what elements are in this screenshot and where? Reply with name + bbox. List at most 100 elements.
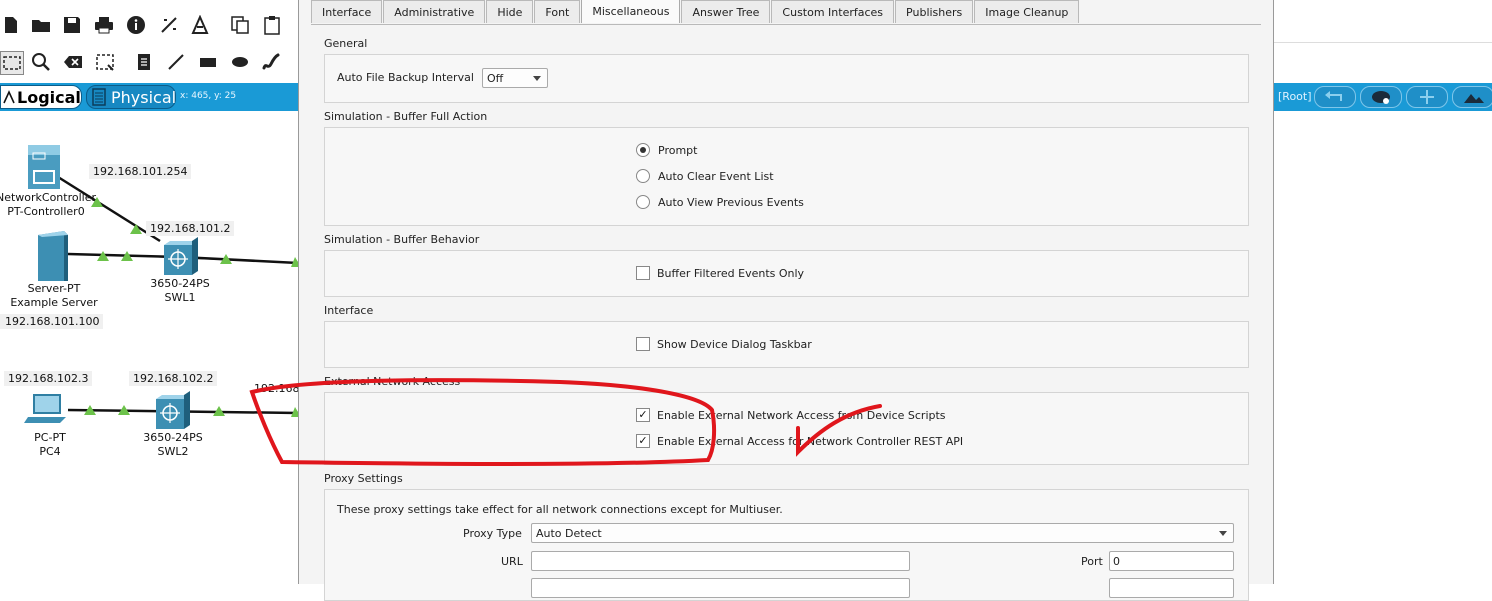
proxy-type-select[interactable]: Auto Detect <box>531 523 1234 543</box>
cloud-device-icon[interactable] <box>1360 86 1402 108</box>
port-label: Port <box>1081 555 1103 568</box>
tab-logical[interactable]: Logical <box>0 85 82 109</box>
paste-icon[interactable] <box>261 14 283 36</box>
url-label: URL <box>501 555 523 568</box>
radio-button[interactable] <box>636 169 650 183</box>
checkbox-label: Enable External Network Access from Devi… <box>657 408 946 422</box>
pc-pc4-icon[interactable] <box>24 394 66 423</box>
main-toolbar <box>0 6 298 44</box>
url-field[interactable] <box>531 551 910 571</box>
checkbox-label: Buffer Filtered Events Only <box>657 266 805 280</box>
new-file-icon[interactable] <box>0 14 22 36</box>
backup-interval-value: Off <box>487 71 504 85</box>
preferences-dialog: Interface Administrative Hide Font Misce… <box>298 0 1274 601</box>
group-proxy: These proxy settings take effect for all… <box>324 489 1249 601</box>
tab-physical-label: Physical <box>111 87 177 107</box>
radio-auto-clear[interactable]: Auto Clear Event List <box>636 169 774 183</box>
radio-button[interactable] <box>636 195 650 209</box>
tab-custom-interfaces[interactable]: Custom Interfaces <box>771 0 895 23</box>
tab-administrative[interactable]: Administrative <box>383 0 486 23</box>
ip-label: 192.168.101.254 <box>89 164 192 179</box>
tab-physical[interactable]: Physical <box>86 85 176 109</box>
proxy-type-value: Auto Detect <box>536 526 602 540</box>
cursor-coordinates: x: 465, y: 25 <box>180 91 237 101</box>
checkbox-box[interactable] <box>636 266 650 280</box>
select-icon[interactable] <box>0 51 24 75</box>
checkbox-buffer-filtered[interactable]: Buffer Filtered Events Only <box>636 266 804 280</box>
rectangle-icon[interactable] <box>197 51 219 73</box>
section-title-proxy: Proxy Settings <box>324 472 403 485</box>
section-title-general: General <box>324 37 368 50</box>
device-label-swl1: 3650-24PS SWL1 <box>150 277 210 304</box>
workspace-bar: Logical Physical x: 465, y: 25 <box>0 83 298 111</box>
save-icon[interactable] <box>61 14 83 36</box>
checkbox-label: Show Device Dialog Taskbar <box>657 337 812 351</box>
tab-miscellaneous[interactable]: Miscellaneous <box>581 0 681 23</box>
radio-auto-view[interactable]: Auto View Previous Events <box>636 195 804 209</box>
ip-label: 192.168.101.100 <box>0 314 104 329</box>
section-title-interface: Interface <box>324 304 374 317</box>
tab-answer-tree[interactable]: Answer Tree <box>681 0 771 23</box>
radio-prompt[interactable]: Prompt <box>636 143 697 157</box>
backup-interval-label: Auto File Backup Interval <box>337 71 474 84</box>
ip-label: 192.168.101.2 <box>146 221 235 236</box>
backup-interval-select[interactable]: Off <box>482 68 548 88</box>
ip-label: 192.168 <box>254 382 300 395</box>
tab-logical-label: Logical <box>17 87 81 107</box>
checkbox-box-checked[interactable]: ✓ <box>636 408 650 422</box>
radio-button-selected[interactable] <box>636 143 650 157</box>
resize-icon[interactable] <box>94 51 116 73</box>
radio-label: Auto View Previous Events <box>658 195 804 209</box>
checkbox-box-checked[interactable]: ✓ <box>636 434 650 448</box>
checkbox-box[interactable] <box>636 337 650 351</box>
group-external <box>324 392 1249 465</box>
checkbox-external-scripts[interactable]: ✓ Enable External Network Access from De… <box>636 408 946 422</box>
checkbox-external-rest[interactable]: ✓ Enable External Access for Network Con… <box>636 434 963 448</box>
device-label-controller: NetworkController PT-Controller0 <box>0 191 97 218</box>
tab-interface[interactable]: Interface <box>311 0 383 23</box>
group-buffer-full <box>324 127 1249 226</box>
copy-icon[interactable] <box>229 14 251 36</box>
ellipse-icon[interactable] <box>229 51 251 73</box>
tab-font[interactable]: Font <box>534 0 581 23</box>
radio-label: Prompt <box>658 143 698 157</box>
section-title-buffer-behavior: Simulation - Buffer Behavior <box>324 233 480 246</box>
note-icon[interactable] <box>133 51 155 73</box>
proxy-note: These proxy settings take effect for all… <box>337 503 783 516</box>
section-title-external: External Network Access <box>324 375 461 388</box>
activity-wizard-icon[interactable] <box>158 14 180 36</box>
proxy-extra-field-2[interactable] <box>1109 578 1234 598</box>
proxy-extra-field[interactable] <box>531 578 910 598</box>
delete-icon[interactable] <box>62 51 84 73</box>
tab-hide[interactable]: Hide <box>486 0 534 23</box>
workspace-bar-right: [Root] <box>1272 83 1492 111</box>
freeform-icon[interactable] <box>260 51 282 73</box>
right-toolbar-area <box>1272 6 1492 43</box>
checkbox-label: Enable External Access for Network Contr… <box>657 434 964 448</box>
back-icon[interactable] <box>1314 86 1356 108</box>
tab-publishers[interactable]: Publishers <box>895 0 974 23</box>
move-icon[interactable] <box>1406 86 1448 108</box>
custom-pdu-icon[interactable] <box>189 14 211 36</box>
server-icon[interactable] <box>38 231 68 281</box>
tab-image-cleanup[interactable]: Image Cleanup <box>974 0 1080 23</box>
checkbox-device-taskbar[interactable]: Show Device Dialog Taskbar <box>636 337 812 351</box>
root-label[interactable]: [Root] <box>1278 90 1312 103</box>
print-icon[interactable] <box>93 14 115 36</box>
background-image-icon[interactable] <box>1452 86 1492 108</box>
ip-label: 192.168.102.2 <box>129 371 218 386</box>
chevron-down-icon <box>1219 531 1227 536</box>
inspect-icon[interactable] <box>30 51 52 73</box>
chevron-down-icon <box>533 76 541 81</box>
physical-icon <box>92 88 106 106</box>
line-icon[interactable] <box>165 51 187 73</box>
switch-swl2-icon[interactable] <box>156 391 190 429</box>
radio-label: Auto Clear Event List <box>658 169 774 183</box>
open-folder-icon[interactable] <box>30 14 52 36</box>
info-icon[interactable] <box>125 14 147 36</box>
port-field[interactable]: 0 <box>1109 551 1234 571</box>
network-controller-icon[interactable] <box>28 145 60 189</box>
preferences-tabs: Interface Administrative Hide Font Misce… <box>311 0 1080 24</box>
device-label-server: Server-PT Example Server <box>10 282 98 309</box>
switch-swl1-icon[interactable] <box>164 237 198 275</box>
